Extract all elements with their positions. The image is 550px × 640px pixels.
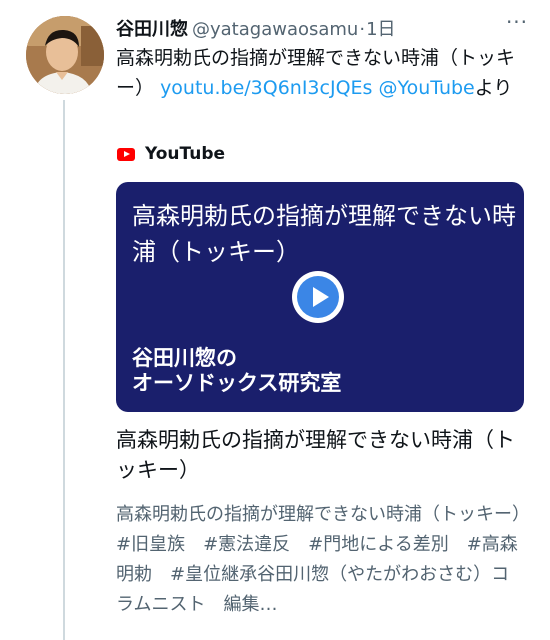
tweet-header: 谷田川惣 @yatagawaosamu · 1日 ··· bbox=[116, 10, 530, 41]
author-handle[interactable]: @yatagawaosamu bbox=[192, 19, 358, 40]
more-options-button[interactable]: ··· bbox=[504, 9, 530, 35]
tweet-link[interactable]: youtu.be/3Q6nI3cJQEs bbox=[160, 77, 372, 99]
play-button[interactable] bbox=[292, 271, 344, 323]
author-name[interactable]: 谷田川惣 bbox=[116, 15, 188, 41]
more-horizontal-icon: ··· bbox=[505, 10, 529, 34]
card-description: 高森明勅氏の指摘が理解できない時浦（トッキー）#旧皇族 #憲法違反 #門地による… bbox=[116, 504, 521, 615]
youtube-logo-icon bbox=[117, 147, 135, 161]
timestamp[interactable]: 1日 bbox=[366, 15, 395, 41]
card-source: YouTube bbox=[117, 142, 225, 166]
video-thumbnail[interactable]: 高森明勅氏の指摘が理解できない時浦（トッキー） 谷田川惣の オーソドックス研究室 bbox=[116, 182, 524, 412]
play-icon bbox=[297, 276, 339, 318]
card-source-name: YouTube bbox=[145, 144, 226, 164]
tweet-text: 高森明勅氏の指摘が理解できない時浦（トッキー） youtu.be/3Q6nI3c… bbox=[116, 43, 526, 103]
thread-line bbox=[63, 100, 65, 640]
mention-link[interactable]: @YouTube bbox=[378, 77, 474, 99]
avatar[interactable] bbox=[26, 16, 104, 94]
thumbnail-channel: 谷田川惣の オーソドックス研究室 bbox=[132, 346, 342, 395]
card-title[interactable]: 高森明勅氏の指摘が理解できない時浦（トッキー） bbox=[116, 425, 524, 485]
thumbnail-title: 高森明勅氏の指摘が理解できない時浦（トッキー） bbox=[132, 202, 516, 266]
separator-dot: · bbox=[359, 19, 366, 40]
tweet-text-suffix: より bbox=[474, 77, 513, 99]
avatar-photo bbox=[26, 16, 104, 94]
